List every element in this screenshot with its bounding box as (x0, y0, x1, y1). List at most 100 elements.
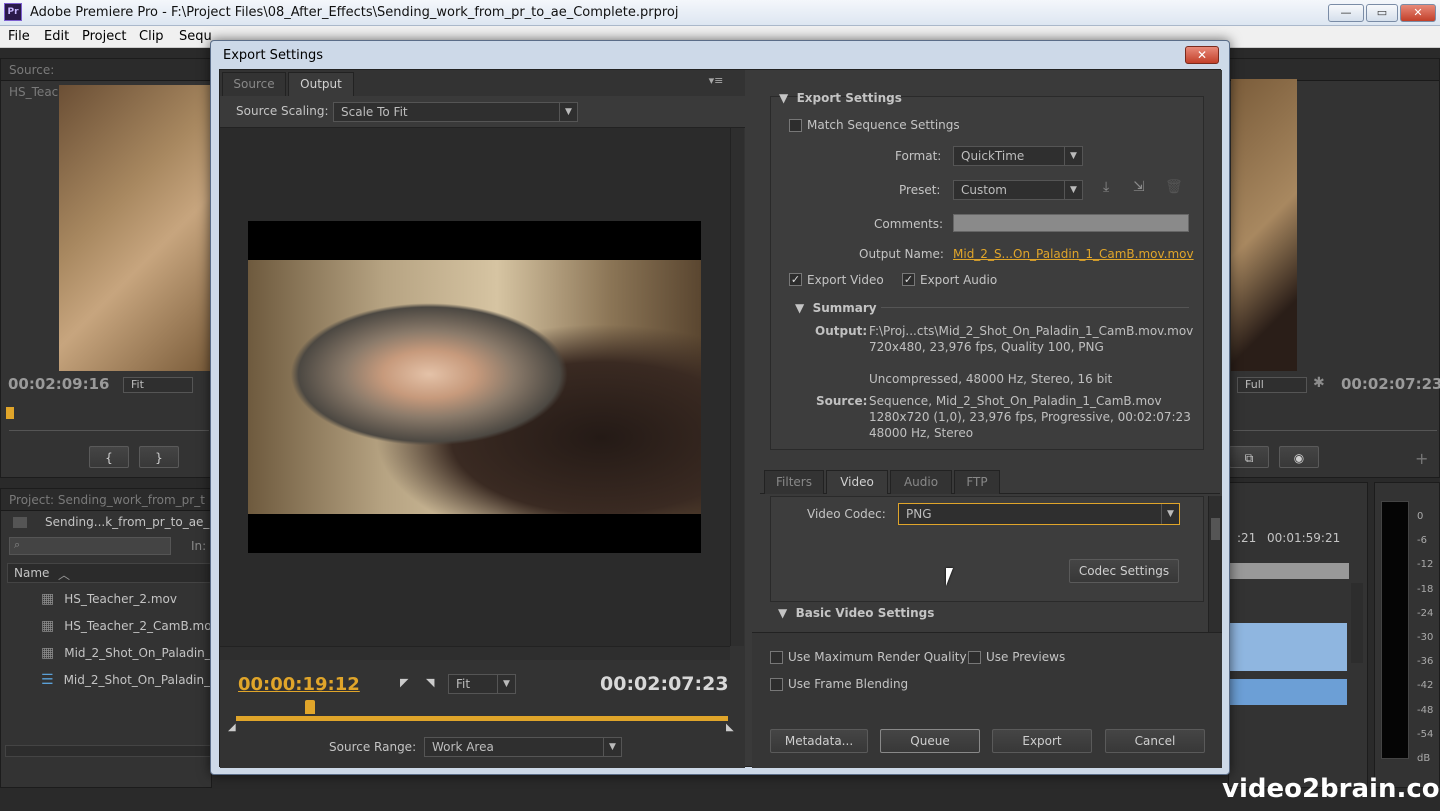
program-fit-dropdown[interactable]: Full (1237, 377, 1307, 393)
playhead[interactable] (304, 700, 315, 714)
timeline-clip[interactable] (1229, 623, 1347, 671)
cancel-button[interactable]: Cancel (1105, 729, 1205, 753)
menu-edit[interactable]: Edit (44, 29, 69, 44)
scrollbar-thumb[interactable] (1211, 518, 1220, 540)
preset-dropdown[interactable]: Custom ▼ (953, 180, 1083, 200)
max-render-quality-checkbox[interactable] (770, 651, 783, 664)
tab-output[interactable]: Output (288, 72, 354, 96)
source-playhead[interactable] (6, 407, 14, 419)
meter-label: -24 (1417, 607, 1434, 619)
set-in-point-icon[interactable]: ◤ (400, 676, 408, 689)
project-horizontal-scrollbar[interactable] (5, 745, 211, 757)
program-time-ruler[interactable] (1233, 419, 1437, 431)
list-item[interactable]: ▦ HS_Teacher_2.mov (41, 591, 177, 607)
delete-preset-icon[interactable]: 🗑 (1165, 179, 1183, 195)
mark-out-button[interactable]: } (139, 446, 179, 468)
preset-label: Preset: (899, 183, 941, 197)
meter-scale: 0 -6 -12 -18 -24 -30 -36 -42 -48 -54 dB (1417, 505, 1433, 771)
output-name-link[interactable]: Mid_2_S...On_Paladin_1_CamB.mov.mov (953, 247, 1194, 261)
project-search-input[interactable]: ⌕ (9, 537, 171, 555)
metadata-button[interactable]: Metadata... (770, 729, 868, 753)
disclosure-triangle-icon: ▼ (795, 301, 805, 315)
source-monitor-title: Source: HS_Teacher_2_CamB.mov (1, 59, 211, 99)
summary-header[interactable]: ▼ Summary (795, 301, 877, 315)
work-area-bar[interactable] (1229, 563, 1349, 579)
current-time-display[interactable]: 00:00:19:12 (238, 674, 360, 695)
source-scaling-dropdown[interactable]: Scale To Fit ▼ (333, 102, 578, 122)
queue-button[interactable]: Queue (880, 729, 980, 753)
frame-blending-checkbox[interactable] (770, 678, 783, 691)
use-previews-checkbox[interactable] (968, 651, 981, 664)
export-frame-icon[interactable]: ⧉ (1229, 446, 1269, 468)
basic-video-settings-header[interactable]: ▼ Basic Video Settings (778, 606, 934, 620)
source-fit-dropdown[interactable]: Fit (123, 377, 193, 393)
menu-sequence[interactable]: Sequ (179, 29, 212, 44)
meter-label: -48 (1417, 704, 1434, 716)
video-codec-dropdown[interactable]: PNG ▼ (898, 503, 1180, 525)
camera-icon[interactable]: ◉ (1279, 446, 1319, 468)
name-column-header[interactable]: Name ︿ (7, 563, 213, 583)
summary-source-line: 48000 Hz, Stereo (869, 426, 974, 440)
tab-source[interactable]: Source (222, 72, 286, 96)
set-out-point-icon[interactable]: ◥ (426, 676, 434, 689)
list-item-label: Mid_2_Shot_On_Paladin_ (64, 646, 211, 660)
timeline-clip[interactable] (1229, 679, 1347, 705)
tab-audio[interactable]: Audio (890, 470, 952, 494)
list-item-label: Mid_2_Shot_On_Paladin_ (63, 673, 211, 687)
range-end-handle-icon[interactable]: ◣ (726, 722, 734, 733)
panel-menu-icon[interactable]: ▾≡ (704, 74, 728, 92)
close-button[interactable]: ✕ (1400, 4, 1436, 22)
list-item-label: HS_Teacher_2.mov (64, 592, 178, 606)
max-render-quality-label: Use Maximum Render Quality (788, 650, 967, 664)
import-preset-icon[interactable]: ⇲ (1133, 179, 1145, 195)
source-range-track[interactable] (236, 716, 728, 721)
export-audio-checkbox[interactable]: ✓ (902, 273, 915, 286)
timeline-panel: :21 00:01:59:21 (1228, 482, 1368, 788)
minimize-button[interactable]: — (1328, 4, 1364, 22)
export-button[interactable]: Export (992, 729, 1092, 753)
source-time-ruler[interactable] (9, 419, 209, 431)
format-dropdown[interactable]: QuickTime ▼ (953, 146, 1083, 166)
comments-input[interactable] (953, 214, 1189, 232)
menu-project[interactable]: Project (82, 29, 126, 44)
preview-vertical-scrollbar[interactable] (730, 128, 744, 646)
preset-value: Custom (961, 183, 1007, 197)
menu-file[interactable]: File (8, 29, 30, 44)
program-monitor-panel: Full ✱ 00:02:07:23 ⧉ ◉ + (1228, 58, 1440, 478)
output-preview-frame (248, 221, 701, 553)
timeline-timecode-2: 00:01:59:21 (1267, 531, 1341, 545)
match-sequence-checkbox[interactable] (789, 119, 802, 132)
menu-clip[interactable]: Clip (139, 29, 164, 44)
duration-display: 00:02:07:23 (600, 673, 729, 695)
wrench-icon[interactable]: ✱ (1313, 375, 1325, 391)
dialog-close-button[interactable]: ✕ (1185, 46, 1219, 64)
export-settings-header[interactable]: ▼ Export Settings (779, 91, 902, 105)
codec-settings-scrollbar[interactable] (1208, 496, 1222, 632)
tab-filters[interactable]: Filters (764, 470, 824, 494)
maximize-button[interactable]: ▭ (1366, 4, 1398, 22)
save-preset-icon[interactable]: ⤓ (1103, 179, 1109, 195)
list-item[interactable]: ▦ HS_Teacher_2_CamB.mo (41, 618, 212, 634)
tab-video[interactable]: Video (826, 470, 888, 494)
range-start-handle-icon[interactable]: ◢ (228, 722, 236, 733)
project-panel-title: Project: Sending_work_from_pr_t (1, 489, 211, 511)
video-codec-label: Video Codec: (807, 507, 886, 521)
export-video-checkbox[interactable]: ✓ (789, 273, 802, 286)
source-scaling-label: Source Scaling: (236, 104, 329, 118)
list-item[interactable]: ☰ Mid_2_Shot_On_Paladin_ (41, 672, 210, 688)
source-range-dropdown[interactable]: Work Area ▼ (424, 737, 622, 757)
zoom-fit-dropdown[interactable]: Fit ▼ (448, 674, 516, 694)
video-clip-icon: ▦ (41, 645, 55, 661)
preview-horizontal-scrollbar[interactable] (220, 646, 730, 660)
bin-icon (13, 517, 27, 528)
summary-output-line: 720x480, 23,976 fps, Quality 100, PNG (869, 340, 1104, 354)
program-timecode: 00:02:07:23 (1341, 375, 1440, 393)
tab-ftp[interactable]: FTP (954, 470, 1000, 494)
export-settings-dialog: Export Settings ✕ Source Output ▾≡ Sourc… (210, 40, 1230, 775)
timeline-scrollbar[interactable] (1351, 583, 1363, 663)
summary-source-label: Source: (816, 394, 868, 408)
codec-settings-button[interactable]: Codec Settings (1069, 559, 1179, 583)
mark-in-button[interactable]: { (89, 446, 129, 468)
list-item[interactable]: ▦ Mid_2_Shot_On_Paladin_ (41, 645, 211, 661)
add-button-icon[interactable]: + (1415, 449, 1428, 468)
